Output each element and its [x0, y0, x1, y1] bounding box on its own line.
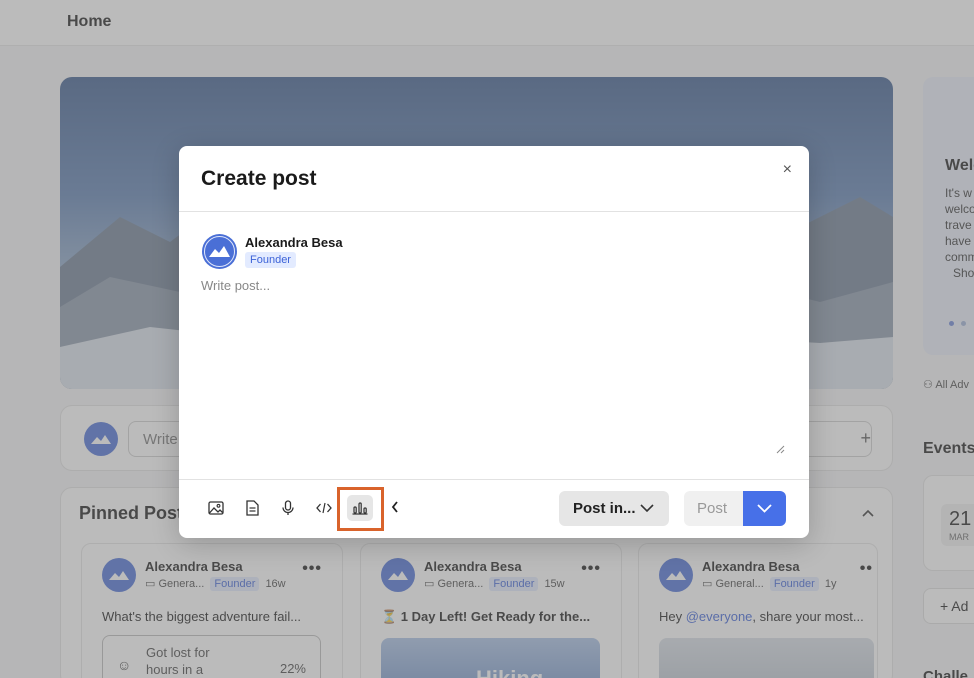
divider	[179, 211, 809, 212]
role-badge: Founder	[245, 252, 296, 268]
avatar	[202, 234, 237, 274]
close-icon[interactable]: ×	[783, 161, 792, 179]
user-name: Alexandra Besa	[245, 235, 343, 250]
dialog-title: Create post	[201, 167, 317, 190]
post-in-label: Post in...	[573, 500, 636, 517]
post-in-dropdown[interactable]: Post in...	[559, 491, 669, 526]
highlight-box	[337, 487, 384, 531]
microphone-icon[interactable]	[277, 497, 299, 519]
post-options-dropdown[interactable]	[743, 491, 786, 526]
divider	[179, 479, 809, 480]
image-icon[interactable]	[205, 497, 227, 519]
chevron-down-icon	[757, 504, 772, 513]
create-post-dialog: Create post × Alexandra Besa Founder Pos…	[179, 146, 809, 538]
chevron-down-icon	[640, 504, 654, 512]
code-icon[interactable]	[313, 497, 335, 519]
chevron-left-icon[interactable]	[391, 500, 399, 518]
document-icon[interactable]	[241, 497, 263, 519]
resize-handle-icon[interactable]	[776, 445, 785, 454]
post-body-input[interactable]	[201, 278, 786, 458]
post-button[interactable]: Post	[684, 491, 743, 526]
